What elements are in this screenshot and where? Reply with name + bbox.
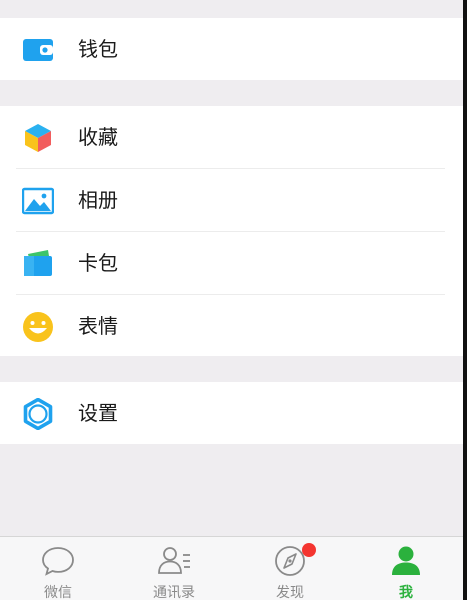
wallet-group: 钱包 bbox=[0, 18, 463, 80]
menu-item-favorites-label: 收藏 bbox=[78, 125, 118, 149]
tab-me-label: 我 bbox=[399, 585, 413, 600]
features-group: 收藏 相册 卡包 表情 bbox=[0, 106, 463, 356]
menu-item-settings-label: 设置 bbox=[78, 401, 118, 425]
tab-discover[interactable]: 发现 bbox=[232, 537, 348, 600]
tab-contacts-label: 通讯录 bbox=[153, 585, 195, 600]
menu-item-card-pack[interactable]: 卡包 bbox=[0, 232, 463, 294]
notification-badge bbox=[302, 543, 316, 557]
menu-item-card-pack-label: 卡包 bbox=[78, 251, 118, 275]
settings-group: 设置 bbox=[0, 382, 463, 444]
menu-item-wallet[interactable]: 钱包 bbox=[0, 18, 463, 80]
person-icon bbox=[392, 546, 420, 575]
tab-chats-label: 微信 bbox=[44, 585, 72, 600]
menu-item-wallet-label: 钱包 bbox=[78, 37, 118, 61]
chat-bubble-icon bbox=[42, 547, 74, 576]
menu-item-album[interactable]: 相册 bbox=[0, 169, 463, 231]
tab-contacts[interactable]: 通讯录 bbox=[116, 537, 232, 600]
card-icon bbox=[24, 250, 52, 276]
smiley-icon bbox=[23, 312, 53, 342]
tab-discover-label: 发现 bbox=[276, 585, 304, 600]
me-page: 钱包 收藏 相册 卡包 表情 设置 微信 通讯录 发现 我 bbox=[0, 0, 467, 600]
wallet-icon bbox=[23, 39, 53, 61]
screen-edge bbox=[463, 0, 467, 600]
menu-item-stickers[interactable]: 表情 bbox=[0, 295, 463, 357]
menu-item-favorites[interactable]: 收藏 bbox=[0, 106, 463, 168]
menu-item-settings[interactable]: 设置 bbox=[0, 382, 463, 444]
contacts-icon bbox=[158, 547, 190, 574]
menu-item-album-label: 相册 bbox=[78, 188, 118, 212]
bottom-tab-bar: 微信 通讯录 发现 我 bbox=[0, 536, 463, 600]
tab-me[interactable]: 我 bbox=[348, 537, 464, 600]
picture-icon bbox=[22, 187, 54, 215]
gear-icon bbox=[23, 398, 53, 430]
cube-icon bbox=[25, 124, 51, 152]
tab-chats[interactable]: 微信 bbox=[0, 537, 116, 600]
menu-item-stickers-label: 表情 bbox=[78, 314, 118, 338]
